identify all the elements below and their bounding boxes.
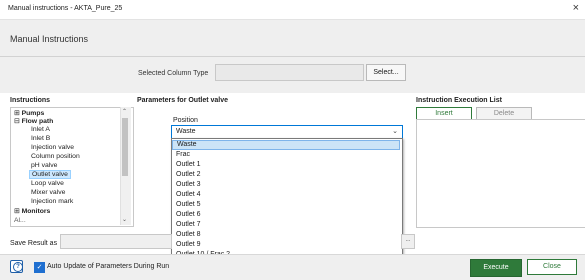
selected-column-type-label: Selected Column Type xyxy=(138,70,209,77)
position-option[interactable]: Outlet 4 xyxy=(172,190,400,200)
position-label: Position xyxy=(173,117,198,124)
position-option[interactable]: Frac xyxy=(172,150,400,160)
position-option[interactable]: Outlet 9 xyxy=(172,240,400,250)
dialog-header: Manual Instructions xyxy=(0,20,585,57)
window-title: Manual instructions - AKTA_Pure_25 xyxy=(8,5,123,12)
position-option[interactable]: Outlet 8 xyxy=(172,230,400,240)
position-option[interactable]: Waste xyxy=(172,140,400,150)
position-option[interactable]: Outlet 7 xyxy=(172,220,400,230)
tree-item-loop-valve[interactable]: Loop valve xyxy=(31,180,64,187)
window-titlebar: Manual instructions - AKTA_Pure_25 × xyxy=(0,0,585,20)
page-title: Manual Instructions xyxy=(10,34,89,44)
tree-item-flow-path[interactable]: ⊟ Flow path xyxy=(14,117,53,125)
auto-update-label: Auto Update of Parameters During Run xyxy=(47,263,170,270)
instructions-heading: Instructions xyxy=(10,97,51,104)
save-browse-button[interactable]: ... xyxy=(401,234,415,249)
help-icon: ? xyxy=(13,262,23,272)
chevron-down-icon[interactable]: ⌄ xyxy=(392,127,398,135)
position-dropdown-list[interactable]: Waste Frac Outlet 1 Outlet 2 Outlet 3 Ou… xyxy=(171,138,403,270)
selected-column-type-field xyxy=(215,64,364,81)
tree-item-inlet-b[interactable]: Inlet B xyxy=(31,135,50,142)
save-result-field[interactable] xyxy=(60,234,172,249)
tree-item-column-position[interactable]: Column position xyxy=(31,153,80,160)
tree-scrollbar-thumb[interactable] xyxy=(122,118,128,176)
tree-item-outlet-valve[interactable]: Outlet valve xyxy=(29,170,71,179)
scroll-up-icon[interactable]: ⌃ xyxy=(122,108,127,115)
position-option[interactable]: Outlet 1 xyxy=(172,160,400,170)
tree-item-monitors[interactable]: ⊞ Monitors xyxy=(14,207,50,215)
tree-item-mixer-valve[interactable]: Mixer valve xyxy=(31,189,65,196)
execute-button[interactable]: Execute xyxy=(470,259,522,277)
collapse-icon[interactable]: ⊟ xyxy=(14,118,20,125)
expand-icon[interactable]: ⊞ xyxy=(14,208,20,215)
instructions-tree[interactable]: ⊞ Pumps ⊟ Flow path Inlet A Inlet B Inje… xyxy=(10,107,134,227)
position-option[interactable]: Outlet 3 xyxy=(172,180,400,190)
tree-item-cut[interactable]: Al... xyxy=(14,217,26,224)
tree-item-inlet-a[interactable]: Inlet A xyxy=(31,126,50,133)
position-option[interactable]: Outlet 5 xyxy=(172,200,400,210)
execution-list-heading: Instruction Execution List xyxy=(416,97,502,104)
tree-item-injection-mark[interactable]: Injection mark xyxy=(31,198,73,205)
position-option[interactable]: Outlet 2 xyxy=(172,170,400,180)
tree-item-ph-valve[interactable]: pH valve xyxy=(31,162,57,169)
tree-item-pumps[interactable]: ⊞ Pumps xyxy=(14,109,44,117)
tree-item-injection-valve[interactable]: Injection valve xyxy=(31,144,74,151)
position-option[interactable]: Outlet 6 xyxy=(172,210,400,220)
expand-icon[interactable]: ⊞ xyxy=(14,110,20,117)
instruction-execution-list[interactable] xyxy=(416,119,585,228)
position-select[interactable]: Waste ⌄ xyxy=(171,125,403,139)
scroll-down-icon[interactable]: ⌄ xyxy=(122,216,127,223)
position-select-value: Waste xyxy=(176,128,196,135)
parameters-heading: Parameters for Outlet valve xyxy=(137,97,229,104)
close-icon[interactable]: × xyxy=(573,2,579,14)
select-column-button[interactable]: Select... xyxy=(366,64,406,81)
close-button[interactable]: Close xyxy=(527,259,577,275)
save-result-label: Save Result as xyxy=(10,240,58,247)
auto-update-checkbox[interactable]: ✓ xyxy=(34,262,45,273)
help-button[interactable]: ? xyxy=(10,260,23,273)
